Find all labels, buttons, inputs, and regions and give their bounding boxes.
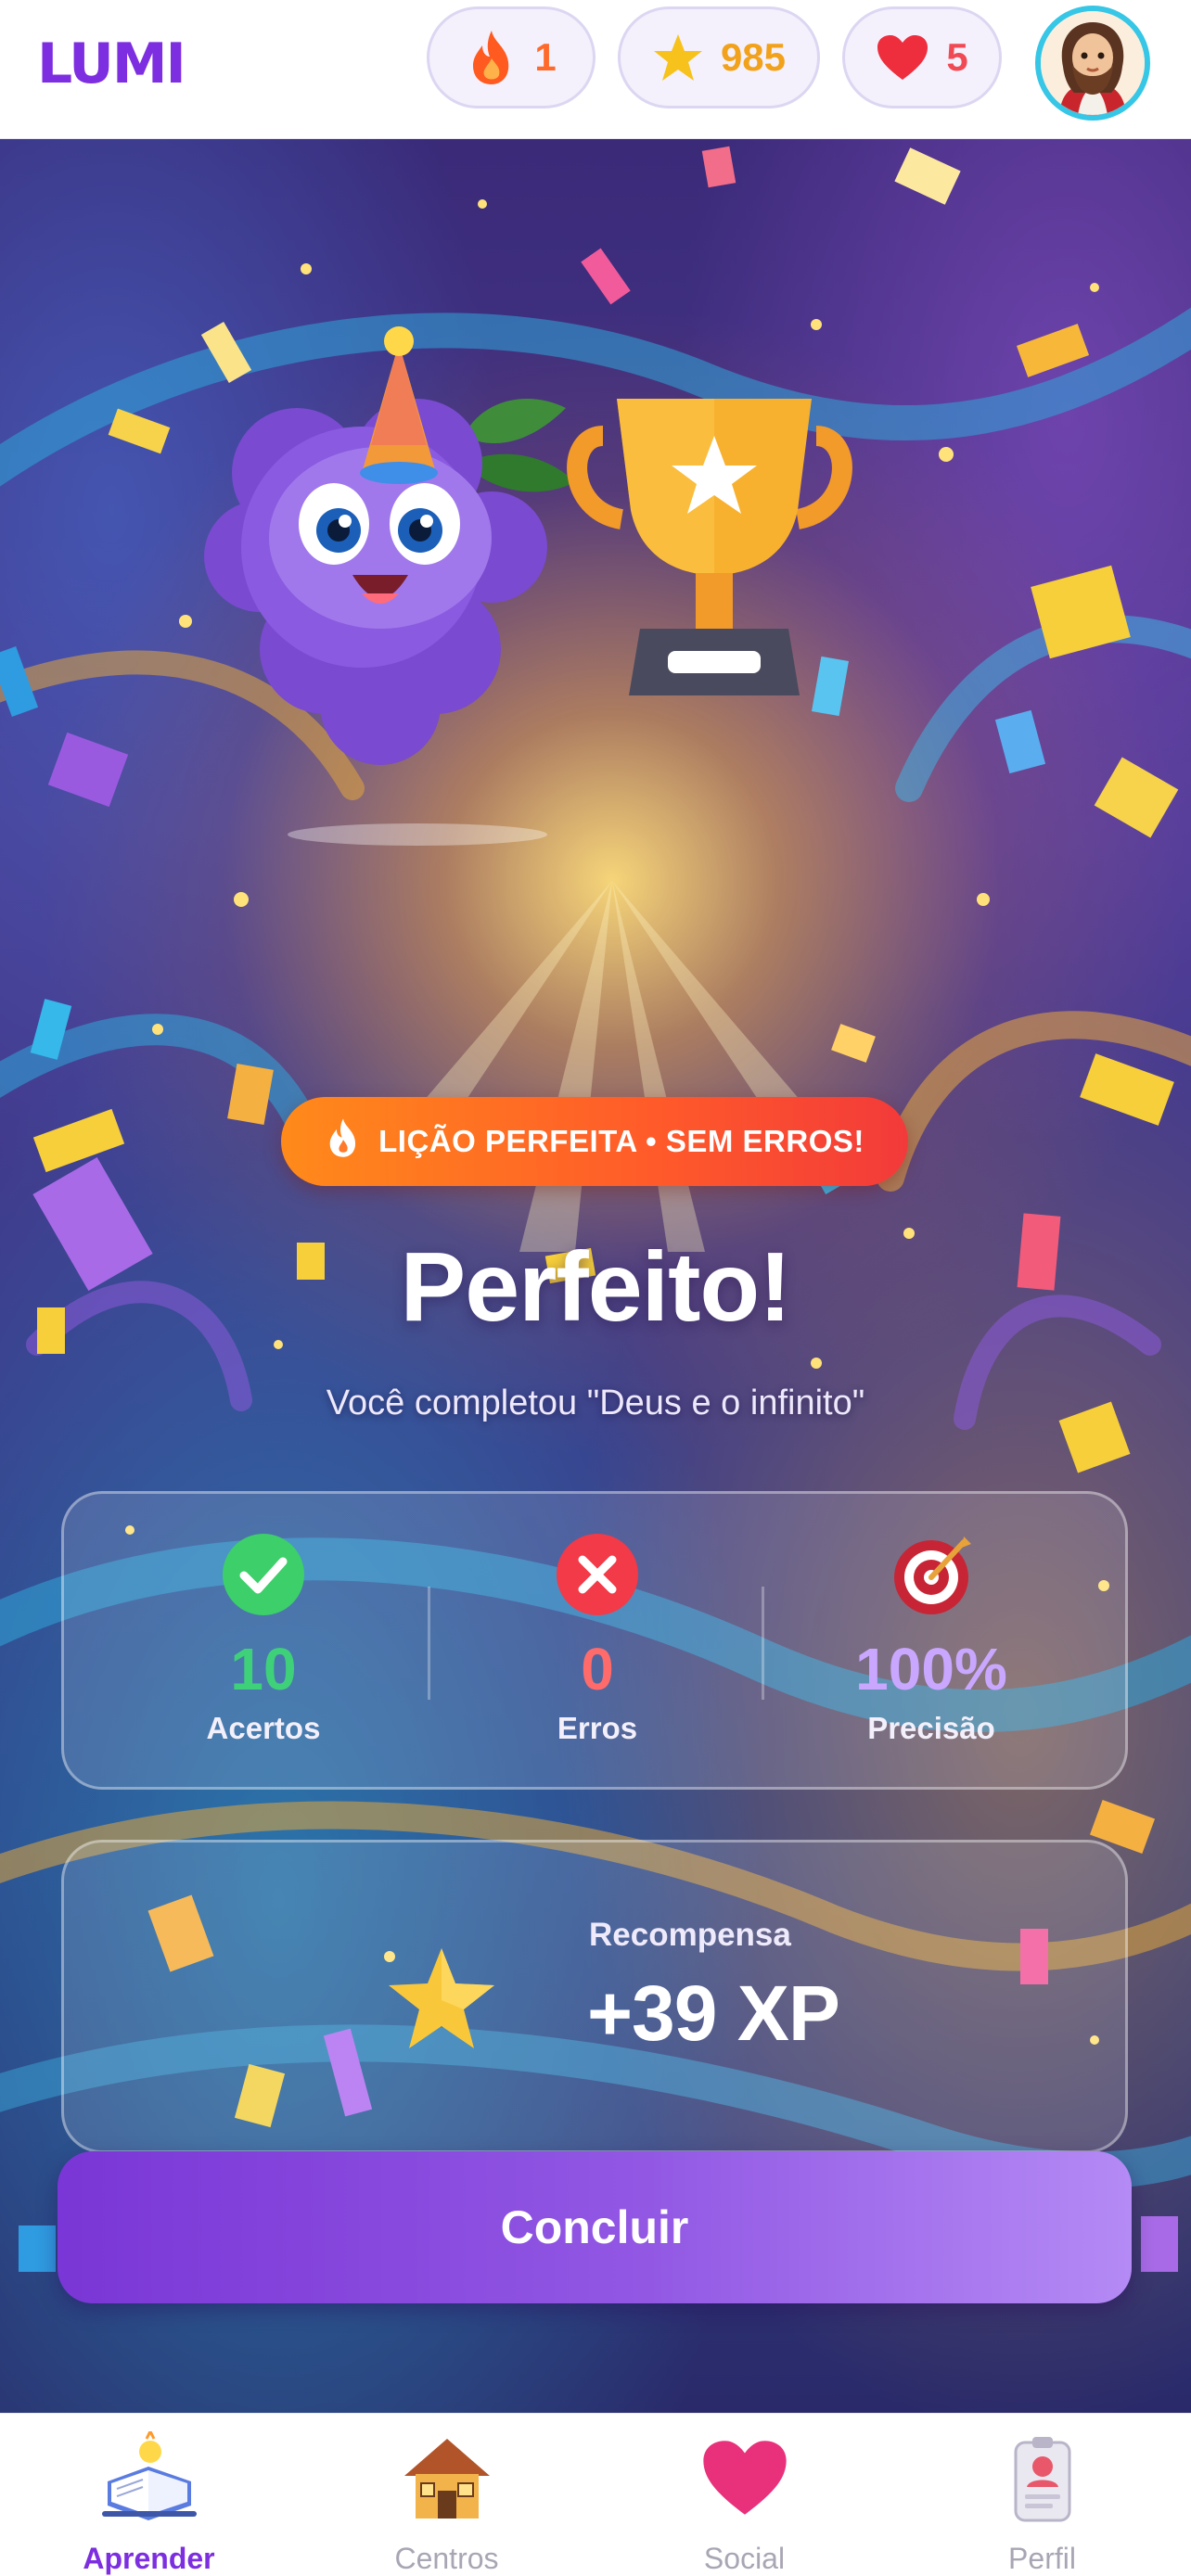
result-title: Perfeito! <box>400 1232 792 1342</box>
hearts-counter[interactable]: 5 <box>842 6 1002 108</box>
heart-icon <box>694 2427 796 2529</box>
correct-label: Acertos <box>206 1711 321 1745</box>
trophy-icon <box>567 399 852 695</box>
book-icon <box>98 2427 200 2529</box>
profile-card-icon <box>992 2427 1094 2529</box>
nav-label: Aprender <box>83 2542 215 2575</box>
nav-item-social[interactable]: Social <box>596 2414 893 2576</box>
stats-card: 10 Acertos 0 Erros 100% Precisão <box>61 1491 1128 1790</box>
reward-xp-value: +39 XP <box>587 1970 840 2057</box>
stat-correct: 10 Acertos <box>97 1494 429 1792</box>
hearts-value: 5 <box>946 35 968 79</box>
celebration-scene: LIÇÃO PERFEITA • SEM ERROS! Perfeito! Vo… <box>0 139 1191 2413</box>
x-circle-icon <box>557 1534 638 1615</box>
stat-accuracy: 100% Precisão <box>765 1494 1097 1792</box>
star-icon <box>389 1948 494 2048</box>
user-avatar[interactable] <box>1035 6 1150 121</box>
errors-count: 0 <box>581 1636 614 1702</box>
reward-card: Recompensa +39 XP <box>61 1840 1128 2153</box>
target-icon <box>894 1537 971 1614</box>
stars-value: 985 <box>720 35 787 79</box>
reward-label: Recompensa <box>589 1917 791 1953</box>
bottom-navigation: Aprender Centros Social Perfil <box>0 2413 1191 2576</box>
stars-counter[interactable]: 985 <box>618 6 820 108</box>
result-subtitle: Você completou "Deus e o infinito" <box>326 1384 865 1422</box>
flame-icon <box>325 1116 362 1167</box>
nav-item-aprender[interactable]: Aprender <box>0 2414 298 2576</box>
accuracy-label: Precisão <box>867 1711 995 1745</box>
nav-item-centros[interactable]: Centros <box>298 2414 596 2576</box>
stat-divider <box>428 1587 430 1700</box>
stat-errors: 0 Erros <box>431 1494 763 1792</box>
stat-divider <box>762 1587 764 1700</box>
nav-label: Social <box>703 2542 786 2575</box>
nav-label: Centros <box>394 2542 499 2575</box>
accuracy-value: 100% <box>855 1636 1007 1702</box>
streak-value: 1 <box>534 35 557 79</box>
house-icon <box>396 2427 498 2529</box>
nav-item-perfil[interactable]: Perfil <box>893 2414 1191 2576</box>
check-circle-icon <box>223 1534 304 1615</box>
conclude-button[interactable]: Concluir <box>58 2151 1132 2303</box>
badge-text: LIÇÃO PERFEITA • SEM ERROS! <box>378 1124 864 1158</box>
heart-icon <box>876 33 929 82</box>
grape-mascot-icon <box>204 326 575 765</box>
app-logo: LUMI <box>37 32 186 96</box>
star-icon <box>652 32 704 83</box>
perfect-lesson-badge: LIÇÃO PERFEITA • SEM ERROS! <box>281 1097 908 1186</box>
streak-counter[interactable]: 1 <box>427 6 596 108</box>
top-bar: LUMI 1 985 5 <box>0 0 1191 139</box>
errors-label: Erros <box>557 1711 638 1745</box>
flame-icon <box>466 29 518 86</box>
nav-label: Perfil <box>1008 2542 1076 2575</box>
correct-count: 10 <box>230 1636 297 1702</box>
